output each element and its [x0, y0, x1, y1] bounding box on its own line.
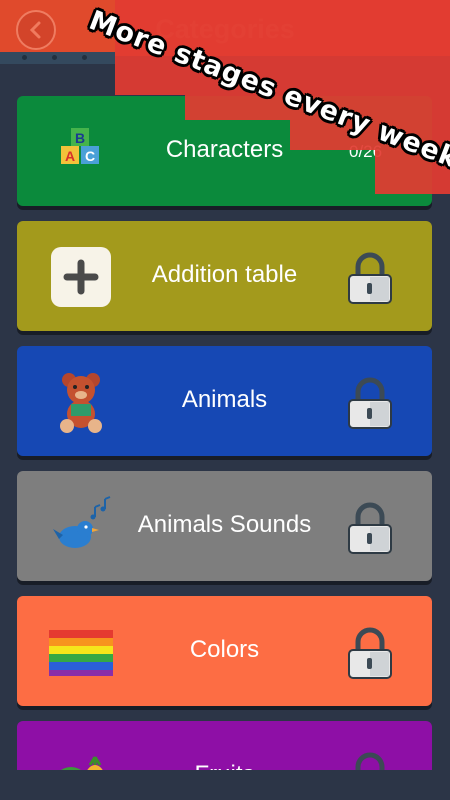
- lock-icon: [347, 626, 393, 685]
- category-card-animals[interactable]: Animals: [17, 346, 432, 456]
- category-card-fruits[interactable]: Fruits: [17, 721, 432, 770]
- category-card-animals-sounds[interactable]: Animals Sounds: [17, 471, 432, 581]
- category-card-colors[interactable]: Colors: [17, 596, 432, 706]
- lock-icon: [347, 376, 393, 435]
- lock-icon: [347, 501, 393, 560]
- bottom-bar: [0, 770, 450, 800]
- lock-icon: [347, 751, 393, 770]
